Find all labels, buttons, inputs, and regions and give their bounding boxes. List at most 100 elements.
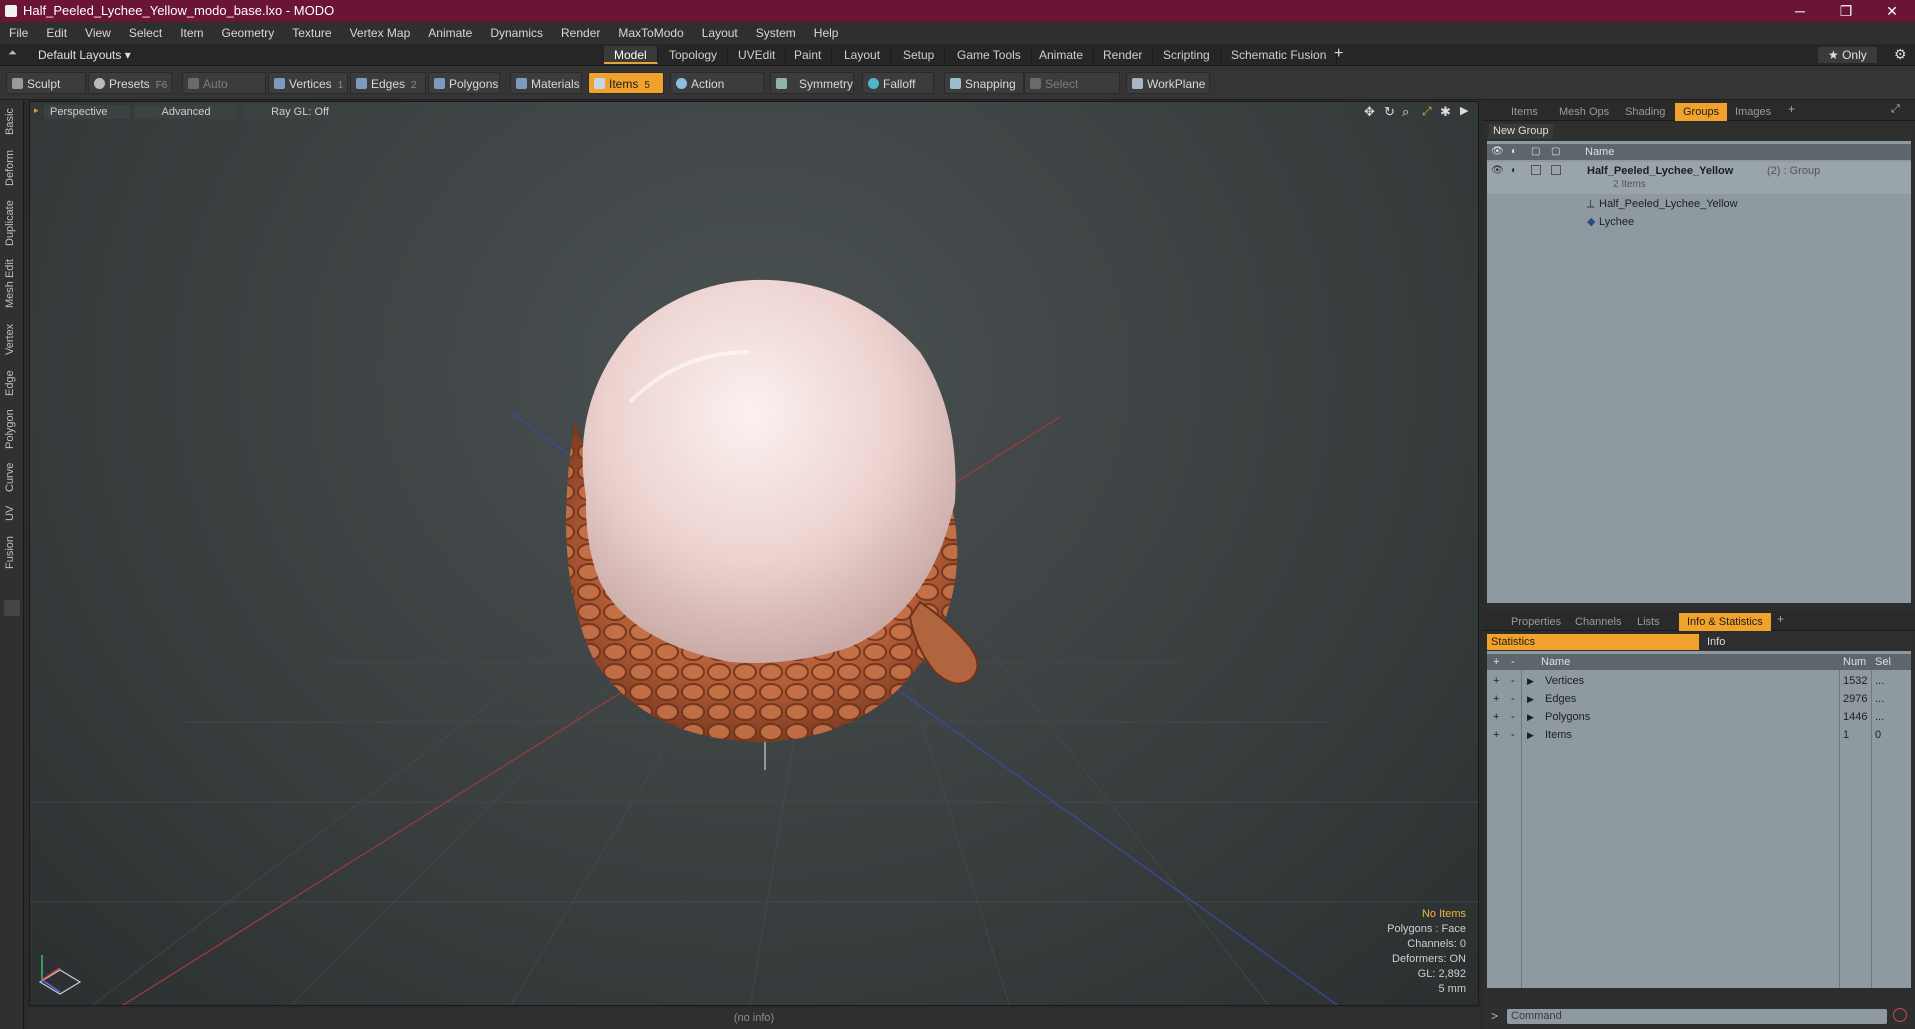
close-button[interactable]: ✕ xyxy=(1869,0,1915,22)
expand-icon[interactable]: + xyxy=(1493,672,1499,690)
tab-basic[interactable]: Basic xyxy=(4,104,20,140)
add-tab-button[interactable]: + xyxy=(1334,45,1343,63)
disclosure-triangle-icon[interactable]: ▶ xyxy=(1527,708,1534,726)
select-through-button[interactable]: Select Through xyxy=(1024,72,1120,113)
expand-all-icon[interactable]: + xyxy=(1493,654,1499,670)
expand-icon[interactable]: + xyxy=(1493,726,1499,744)
sculpt-button[interactable]: Sculpt xyxy=(6,72,86,94)
disclosure-triangle-icon[interactable]: ▶ xyxy=(1527,726,1534,744)
tab-scripting[interactable]: Scripting xyxy=(1153,46,1221,64)
stats-row-vertices[interactable]: + - ▶ Vertices 1532 ... xyxy=(1487,672,1911,690)
tab-images[interactable]: Images xyxy=(1727,103,1779,121)
menu-system[interactable]: System xyxy=(756,26,796,40)
vertices-button[interactable]: Vertices 1 xyxy=(268,72,348,94)
disclosure-triangle-icon[interactable]: ▶ xyxy=(1527,672,1534,690)
menu-help[interactable]: Help xyxy=(814,26,839,40)
pan-icon[interactable]: ✥ xyxy=(1364,104,1375,120)
tab-model[interactable]: Model xyxy=(604,46,658,64)
tab-animate[interactable]: Animate xyxy=(1029,46,1095,64)
edges-button[interactable]: Edges 2 xyxy=(350,72,426,94)
menu-animate[interactable]: Animate xyxy=(428,26,472,40)
tab-schematic-fusion[interactable]: Schematic Fusion xyxy=(1221,46,1338,64)
menu-file[interactable]: File xyxy=(9,26,28,40)
collapse-all-icon[interactable]: - xyxy=(1511,654,1515,670)
group-select-icon[interactable] xyxy=(1551,165,1561,175)
collapse-icon[interactable]: ⏶ xyxy=(8,47,17,60)
restore-button[interactable]: ❐ xyxy=(1823,0,1869,22)
falloff-button[interactable]: Falloff xyxy=(862,72,934,94)
add-stats-tab-icon[interactable]: + xyxy=(1777,612,1784,626)
menu-layout[interactable]: Layout xyxy=(702,26,738,40)
panel-toggle-icon[interactable] xyxy=(4,600,20,616)
tree-item-mesh[interactable]: ⟂ Half_Peeled_Lychee_Yellow xyxy=(1579,196,1911,212)
collapse-icon[interactable]: - xyxy=(1511,726,1515,744)
collapse-icon[interactable]: - xyxy=(1511,690,1515,708)
tab-items[interactable]: Items xyxy=(1503,103,1546,121)
viewport-menu-icon[interactable]: ▸ xyxy=(34,105,39,116)
statistics-subtab[interactable]: Statistics xyxy=(1487,634,1699,650)
tab-lists[interactable]: Lists xyxy=(1629,613,1668,631)
new-group-button[interactable]: New Group xyxy=(1489,124,1553,139)
tab-channels[interactable]: Channels xyxy=(1567,613,1629,631)
collapse-icon[interactable]: - xyxy=(1511,672,1515,690)
tab-paint[interactable]: Paint xyxy=(784,46,833,64)
group-visibility-icon[interactable]: 👁 xyxy=(1491,165,1504,176)
tab-mesh-ops[interactable]: Mesh Ops xyxy=(1551,103,1617,121)
command-input[interactable]: Command xyxy=(1507,1009,1887,1024)
tab-uvedit[interactable]: UVEdit xyxy=(728,46,787,64)
group-render-icon[interactable]: ◐ xyxy=(1511,165,1517,176)
record-icon[interactable] xyxy=(1893,1008,1907,1022)
expand-icon[interactable]: + xyxy=(1493,690,1499,708)
tab-setup[interactable]: Setup xyxy=(893,46,946,64)
group-row[interactable]: 👁 ◐ Half_Peeled_Lychee_Yellow (2) : Grou… xyxy=(1487,162,1911,194)
tab-layout[interactable]: Layout xyxy=(834,46,892,64)
fit-icon[interactable]: ⤢ xyxy=(1422,104,1432,119)
tab-mesh-edit[interactable]: Mesh Edit xyxy=(4,256,20,312)
shading-dropdown[interactable]: Advanced xyxy=(134,105,238,119)
stats-row-items[interactable]: + - ▶ Items 1 0 xyxy=(1487,726,1911,744)
stats-row-polygons[interactable]: + - ▶ Polygons 1446 ... xyxy=(1487,708,1911,726)
tab-groups[interactable]: Groups xyxy=(1675,103,1728,121)
tab-fusion[interactable]: Fusion xyxy=(4,530,20,574)
raygl-toggle[interactable]: Ray GL: Off xyxy=(244,105,356,119)
expand-arrow-icon[interactable]: ▶ xyxy=(1460,104,1468,117)
minimize-button[interactable]: ─ xyxy=(1777,0,1823,22)
tab-deform[interactable]: Deform xyxy=(4,146,20,190)
tab-properties[interactable]: Properties xyxy=(1503,613,1569,631)
auto-select-button[interactable]: Auto Select xyxy=(182,72,266,113)
perspective-dropdown[interactable]: Perspective xyxy=(44,105,130,119)
collapse-icon[interactable]: - xyxy=(1511,708,1515,726)
menu-maxtomodo[interactable]: MaxToModo xyxy=(618,26,683,40)
tab-edge[interactable]: Edge xyxy=(4,366,20,400)
lychee-model[interactable] xyxy=(566,279,979,742)
tab-uv[interactable]: UV xyxy=(4,502,20,524)
rotate-icon[interactable]: ↻ xyxy=(1384,104,1395,120)
action-center-button[interactable]: Action Center xyxy=(670,72,764,113)
expand-icon[interactable]: + xyxy=(1493,708,1499,726)
menu-select[interactable]: Select xyxy=(129,26,162,40)
tab-polygon[interactable]: Polygon xyxy=(4,406,20,452)
only-toggle[interactable]: ★ Only xyxy=(1818,47,1877,63)
settings-icon[interactable]: ✱ xyxy=(1440,104,1451,120)
menu-edit[interactable]: Edit xyxy=(46,26,67,40)
materials-button[interactable]: Materials xyxy=(510,72,582,94)
snapping-button[interactable]: Snapping xyxy=(944,72,1024,94)
tab-shading[interactable]: Shading xyxy=(1617,103,1673,121)
add-panel-tab-icon[interactable]: + xyxy=(1788,102,1795,116)
presets-button[interactable]: Presets F6 xyxy=(88,72,172,94)
tab-duplicate[interactable]: Duplicate xyxy=(4,196,20,250)
workplane-button[interactable]: WorkPlane xyxy=(1126,72,1210,94)
tab-render[interactable]: Render xyxy=(1093,46,1154,64)
zoom-icon[interactable]: ⌕ xyxy=(1402,104,1409,120)
items-button[interactable]: Items 5 xyxy=(588,72,664,94)
tab-topology[interactable]: Topology xyxy=(659,46,729,64)
3d-viewport[interactable]: ▸ Perspective Advanced Ray GL: Off ✥ ↻ ⌕… xyxy=(29,101,1479,1006)
disclosure-triangle-icon[interactable]: ▶ xyxy=(1527,690,1534,708)
menu-view[interactable]: View xyxy=(85,26,111,40)
info-subtab[interactable]: Info xyxy=(1703,634,1725,650)
polygons-button[interactable]: Polygons xyxy=(428,72,500,94)
tab-curve[interactable]: Curve xyxy=(4,458,20,496)
menu-texture[interactable]: Texture xyxy=(292,26,331,40)
tab-game-tools[interactable]: Game Tools xyxy=(947,46,1032,64)
tab-info-statistics[interactable]: Info & Statistics xyxy=(1679,613,1771,631)
